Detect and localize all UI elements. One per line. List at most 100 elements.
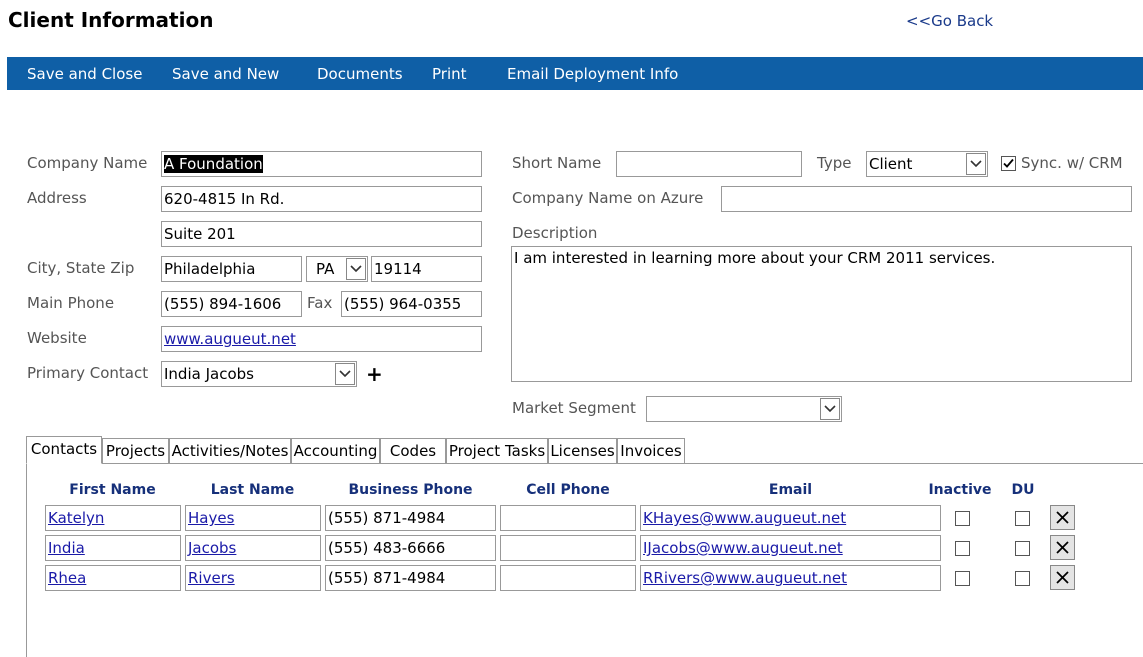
company-name-value: A Foundation — [164, 155, 263, 173]
company-name-label: Company Name — [27, 154, 148, 172]
delete-contact-button[interactable] — [1050, 565, 1075, 590]
chevron-down-icon[interactable] — [966, 153, 986, 175]
description-textarea[interactable]: I am interested in learning more about y… — [511, 246, 1132, 382]
table-row-cell-phone[interactable] — [500, 505, 636, 531]
toolbar: Save and Close Save and New Documents Pr… — [7, 57, 1143, 90]
first-name-link[interactable]: India — [48, 539, 85, 557]
type-select[interactable]: Client — [866, 151, 988, 177]
inactive-checkbox[interactable] — [955, 571, 970, 586]
close-icon — [1056, 571, 1069, 584]
table-row-business-phone[interactable]: (555) 483-6666 — [325, 535, 496, 561]
inactive-checkbox[interactable] — [955, 511, 970, 526]
last-name-link[interactable]: Rivers — [188, 569, 235, 587]
table-row-email[interactable]: IJacobs@www.augueut.net — [640, 535, 941, 561]
inactive-checkbox[interactable] — [955, 541, 970, 556]
tab-accounting[interactable]: Accounting — [291, 438, 380, 464]
tab-activities-notes[interactable]: Activities/Notes — [169, 438, 291, 464]
panel-border — [26, 464, 27, 657]
table-row-last-name[interactable]: Rivers — [185, 565, 321, 591]
table-row-first-name[interactable]: Katelyn — [45, 505, 181, 531]
chevron-down-icon[interactable] — [346, 258, 366, 280]
first-name-link[interactable]: Katelyn — [48, 509, 104, 527]
tab-codes[interactable]: Codes — [380, 438, 446, 464]
description-label: Description — [512, 224, 598, 242]
table-row-first-name[interactable]: Rhea — [45, 565, 181, 591]
market-segment-select[interactable] — [646, 396, 842, 422]
azure-name-input[interactable] — [721, 186, 1132, 212]
email-deployment-button[interactable]: Email Deployment Info — [507, 57, 678, 90]
short-name-input[interactable] — [616, 151, 802, 177]
tab-contacts[interactable]: Contacts — [26, 436, 102, 464]
website-label: Website — [27, 329, 87, 347]
website-input[interactable]: www.augueut.net — [161, 326, 482, 352]
table-row-business-phone[interactable]: (555) 871-4984 — [325, 505, 496, 531]
last-name-link[interactable]: Hayes — [188, 509, 234, 527]
chevron-down-icon[interactable] — [335, 363, 355, 385]
table-row-email[interactable]: RRivers@www.augueut.net — [640, 565, 941, 591]
state-select[interactable]: PA — [306, 256, 368, 282]
website-link[interactable]: www.augueut.net — [164, 330, 296, 348]
close-icon — [1056, 511, 1069, 524]
table-row-first-name[interactable]: India — [45, 535, 181, 561]
col-header-du: DU — [1011, 482, 1035, 498]
email-link[interactable]: RRivers@www.augueut.net — [643, 569, 847, 587]
col-header-last-name: Last Name — [210, 482, 295, 498]
du-checkbox[interactable] — [1015, 511, 1030, 526]
state-value: PA — [316, 260, 335, 278]
market-segment-label: Market Segment — [512, 399, 636, 417]
chevron-down-icon[interactable] — [820, 398, 840, 420]
address-line2-input[interactable]: Suite 201 — [161, 221, 482, 247]
save-and-close-button[interactable]: Save and Close — [27, 57, 142, 90]
short-name-label: Short Name — [512, 154, 602, 172]
fax-input[interactable]: (555) 964-0355 — [341, 291, 482, 317]
company-name-input[interactable]: A Foundation — [161, 151, 482, 177]
table-row-last-name[interactable]: Hayes — [185, 505, 321, 531]
email-link[interactable]: IJacobs@www.augueut.net — [643, 539, 843, 557]
email-link[interactable]: KHayes@www.augueut.net — [643, 509, 846, 527]
add-contact-icon[interactable]: + — [366, 362, 383, 386]
sync-crm-checkbox[interactable] — [1001, 156, 1016, 171]
first-name-link[interactable]: Rhea — [48, 569, 86, 587]
table-row-business-phone[interactable]: (555) 871-4984 — [325, 565, 496, 591]
col-header-first-name: First Name — [69, 482, 156, 498]
tab-invoices[interactable]: Invoices — [617, 438, 685, 464]
sync-crm-label: Sync. w/ CRM — [1021, 154, 1123, 172]
col-header-cell-phone: Cell Phone — [526, 482, 610, 498]
page-title: Client Information — [8, 8, 214, 32]
fax-label: Fax — [307, 294, 333, 312]
primary-contact-select[interactable]: India Jacobs — [161, 361, 357, 387]
address-line1-input[interactable]: 620-4815 In Rd. — [161, 186, 482, 212]
city-input[interactable]: Philadelphia — [161, 256, 302, 282]
go-back-link[interactable]: <<Go Back — [906, 12, 993, 30]
save-and-new-button[interactable]: Save and New — [172, 57, 279, 90]
zip-input[interactable]: 19114 — [371, 256, 482, 282]
table-row-cell-phone[interactable] — [500, 535, 636, 561]
main-phone-input[interactable]: (555) 894-1606 — [161, 291, 302, 317]
azure-name-label: Company Name on Azure — [512, 189, 704, 207]
close-icon — [1056, 541, 1069, 554]
table-row-cell-phone[interactable] — [500, 565, 636, 591]
last-name-link[interactable]: Jacobs — [188, 539, 236, 557]
main-phone-label: Main Phone — [27, 294, 115, 312]
delete-contact-button[interactable] — [1050, 535, 1075, 560]
documents-button[interactable]: Documents — [317, 57, 403, 90]
du-checkbox[interactable] — [1015, 541, 1030, 556]
table-row-email[interactable]: KHayes@www.augueut.net — [640, 505, 941, 531]
tab-licenses[interactable]: Licenses — [548, 438, 617, 464]
check-icon — [1003, 158, 1014, 168]
primary-contact-value: India Jacobs — [164, 365, 254, 383]
col-header-email: Email — [768, 482, 813, 498]
address-label: Address — [27, 189, 87, 207]
print-button[interactable]: Print — [432, 57, 467, 90]
primary-contact-label: Primary Contact — [27, 364, 149, 382]
city-state-zip-label: City, State Zip — [27, 259, 135, 277]
tab-projects[interactable]: Projects — [102, 438, 169, 464]
du-checkbox[interactable] — [1015, 571, 1030, 586]
delete-contact-button[interactable] — [1050, 505, 1075, 530]
type-label: Type — [817, 154, 852, 172]
type-value: Client — [869, 155, 913, 173]
col-header-business-phone: Business Phone — [348, 482, 473, 498]
table-row-last-name[interactable]: Jacobs — [185, 535, 321, 561]
tab-project-tasks[interactable]: Project Tasks — [446, 438, 548, 464]
col-header-inactive: Inactive — [928, 482, 992, 498]
